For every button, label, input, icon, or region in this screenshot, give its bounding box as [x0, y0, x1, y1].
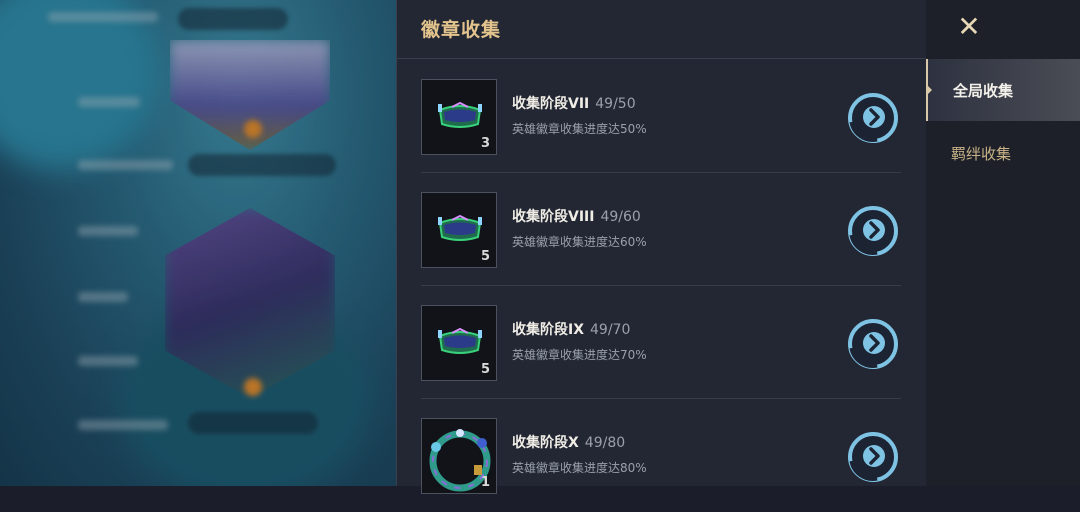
badge-count: 5	[480, 362, 490, 377]
blurred-background	[0, 0, 396, 486]
nav-item-global-collection[interactable]: 全局收集	[926, 59, 1080, 121]
active-indicator-icon	[926, 84, 932, 96]
chevron-right-icon	[848, 319, 898, 369]
stage-progress: 49/80	[584, 435, 626, 451]
item-title: 收集阶段VIII 49/60	[512, 206, 641, 226]
close-button[interactable]: ✕	[954, 10, 984, 44]
chevron-right-icon	[848, 93, 898, 143]
go-to-stage-button[interactable]	[847, 92, 899, 144]
stage-name: 收集阶段VII	[512, 96, 590, 112]
collection-nav: ✕ 全局收集 羁绊收集	[926, 0, 1080, 486]
collection-stage-item: 5 收集阶段IX 49/70 英雄徽章收集进度达70%	[421, 286, 901, 399]
divider	[397, 58, 927, 59]
badge-thumbnail: 5	[421, 192, 497, 268]
item-title: 收集阶段IX 49/70	[512, 319, 630, 339]
item-title: 收集阶段VII 49/50	[512, 93, 636, 113]
stage-progress: 49/60	[600, 209, 641, 225]
collection-stage-item: 1 收集阶段X 49/80 英雄徽章收集进度达80%	[421, 399, 901, 512]
badge-thumbnail: 1	[421, 418, 497, 494]
nav-item-label: 羁绊收集	[951, 145, 1012, 163]
badge-count: 3	[480, 136, 490, 151]
stage-description: 英雄徽章收集进度达50%	[512, 122, 647, 136]
go-to-stage-button[interactable]	[847, 205, 899, 257]
go-to-stage-button[interactable]	[847, 431, 899, 483]
collection-stage-item: 3 收集阶段VII 49/50 英雄徽章收集进度达50%	[421, 60, 901, 173]
panel-title: 徽章收集	[421, 19, 502, 41]
stage-name: 收集阶段VIII	[512, 209, 595, 225]
badge-count: 5	[480, 249, 490, 264]
stage-progress: 49/70	[590, 322, 631, 338]
collection-stage-item: 5 收集阶段VIII 49/60 英雄徽章收集进度达60%	[421, 173, 901, 286]
nav-item-label: 全局收集	[953, 82, 1014, 100]
close-icon: ✕	[957, 10, 981, 43]
badge-collection-panel: 徽章收集 3 收集阶段VII 49/50 英雄徽章收集进度达50% 5 收集阶段…	[396, 0, 927, 494]
stage-name: 收集阶段IX	[512, 322, 585, 338]
chevron-right-icon	[848, 206, 898, 256]
item-title: 收集阶段X 49/80	[512, 432, 625, 452]
nav-item-bond-collection[interactable]: 羁绊收集	[926, 122, 1080, 184]
go-to-stage-button[interactable]	[847, 318, 899, 370]
stage-description: 英雄徽章收集进度达70%	[512, 348, 647, 362]
stage-description: 英雄徽章收集进度达80%	[512, 461, 647, 475]
badge-thumbnail: 3	[421, 79, 497, 155]
stage-progress: 49/50	[595, 96, 636, 112]
badge-count: 1	[480, 475, 490, 490]
badge-thumbnail: 5	[421, 305, 497, 381]
stage-description: 英雄徽章收集进度达60%	[512, 235, 647, 249]
chevron-right-icon	[848, 432, 898, 482]
stage-name: 收集阶段X	[512, 435, 579, 451]
